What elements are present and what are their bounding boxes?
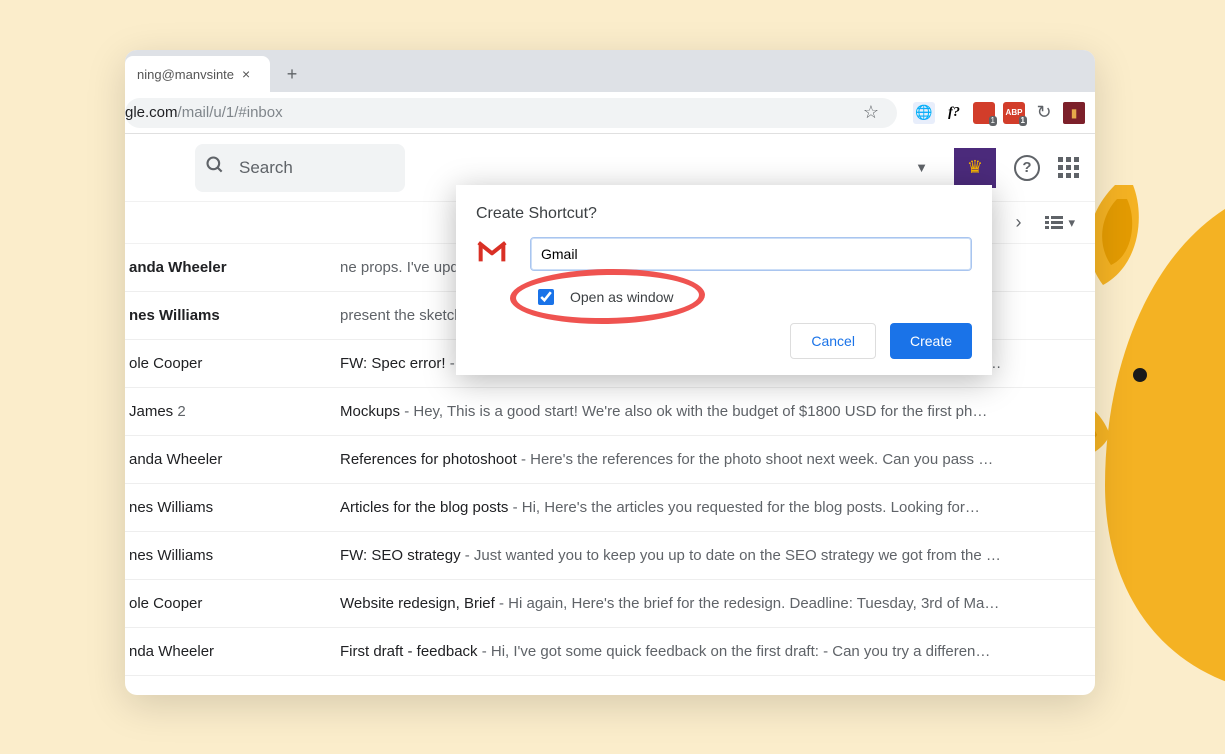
mail-row[interactable]: nes WilliamsFW: SEO strategy - Just want… (125, 532, 1095, 580)
extension-icons: 🌐 f? 1 ABP 1 ↻ ▮ (903, 102, 1095, 124)
mail-snippet: - Hi, Here's the articles you requested … (508, 499, 979, 516)
mail-subject: FW: SEO strategy (340, 547, 461, 564)
tab-close-icon[interactable]: × (242, 66, 250, 82)
mail-sender: ole Cooper (125, 595, 340, 612)
mail-sender: anda Wheeler (125, 259, 340, 276)
abp-ext-icon[interactable]: ABP 1 (1003, 102, 1025, 124)
create-button[interactable]: Create (890, 323, 972, 359)
mail-snippet: - Hey, This is a good start! We're also … (400, 403, 987, 420)
mail-subject-snippet: First draft - feedback - Hi, I've got so… (340, 643, 1095, 660)
cancel-button[interactable]: Cancel (790, 323, 876, 359)
jar-ext-icon[interactable]: ▮ (1063, 102, 1085, 124)
url-host: gle.com (125, 104, 178, 121)
bookmark-star-icon[interactable]: ☆ (857, 102, 885, 123)
mail-subject: FW: Spec error! (340, 355, 446, 372)
thread-count: 2 (173, 403, 186, 420)
url-path: /mail/u/1/#inbox (178, 104, 283, 121)
mail-subject-snippet: Articles for the blog posts - Hi, Here's… (340, 499, 1095, 516)
mail-sender: nes Williams (125, 547, 340, 564)
mail-subject: Mockups (340, 403, 400, 420)
search-icon (205, 155, 225, 180)
tab-title: ning@manvsinte (137, 67, 234, 82)
open-as-window-checkbox[interactable] (538, 289, 554, 305)
mail-subject: First draft - feedback (340, 643, 478, 660)
mail-sender: James 2 (125, 403, 340, 420)
crown-icon[interactable]: ♛ (954, 148, 996, 188)
mail-subject: References for photoshoot (340, 451, 517, 468)
mail-row[interactable]: nda WheelerFirst draft - feedback - Hi, … (125, 628, 1095, 676)
mail-sender: nda Wheeler (125, 643, 340, 660)
create-shortcut-dialog: Create Shortcut? Open as window Cancel C… (456, 185, 992, 375)
refresh-ext-icon[interactable]: ↻ (1033, 102, 1055, 124)
mail-subject: Website redesign, Brief (340, 595, 495, 612)
red-ext-icon[interactable]: 1 (973, 102, 995, 124)
shortcut-name-input[interactable] (530, 237, 972, 271)
help-icon[interactable]: ? (1014, 155, 1040, 181)
mail-subject: Articles for the blog posts (340, 499, 508, 516)
new-tab-button[interactable]: + (278, 60, 306, 88)
mail-row[interactable]: anda WheelerReferences for photoshoot - … (125, 436, 1095, 484)
caret-down-icon: ▾ (1068, 215, 1075, 231)
mail-snippet: - Hi again, Here's the brief for the red… (495, 595, 1000, 612)
mail-sender: nes Williams (125, 307, 340, 324)
mail-snippet: - Here's the references for the photo sh… (517, 451, 993, 468)
mail-row[interactable]: James 2Mockups - Hey, This is a good sta… (125, 388, 1095, 436)
next-page-button[interactable]: › (1015, 212, 1021, 233)
ext-badge: 1 (1019, 116, 1027, 126)
browser-window: ning@manvsinte × + gle.com/mail/u/1/#inb… (125, 50, 1095, 695)
mail-subject-snippet: Mockups - Hey, This is a good start! We'… (340, 403, 1095, 420)
addressbar-row: gle.com/mail/u/1/#inbox ☆ 🌐 f? 1 ABP 1 ↻… (125, 92, 1095, 134)
mail-sender: nes Williams (125, 499, 340, 516)
mail-sender: ole Cooper (125, 355, 340, 372)
gmail-logo-icon (476, 240, 508, 269)
search-options-caret-icon[interactable]: ▼ (907, 152, 936, 183)
open-as-window-label: Open as window (570, 289, 674, 305)
tabstrip: ning@manvsinte × + (125, 50, 1095, 92)
search-placeholder: Search (239, 158, 293, 178)
density-toggle[interactable]: ▾ (1045, 215, 1075, 231)
mail-row[interactable]: nes WilliamsArticles for the blog posts … (125, 484, 1095, 532)
mail-row[interactable]: ole CooperWebsite redesign, Brief - Hi a… (125, 580, 1095, 628)
apps-grid-icon[interactable] (1058, 157, 1079, 178)
ext-badge: 1 (989, 116, 997, 126)
mail-subject-snippet: References for photoshoot - Here's the r… (340, 451, 1095, 468)
font-ext-icon[interactable]: f? (943, 102, 965, 124)
browser-tab[interactable]: ning@manvsinte × (125, 56, 270, 92)
mail-snippet: - Just wanted you to keep you up to date… (461, 547, 1001, 564)
mail-sender: anda Wheeler (125, 451, 340, 468)
search-box[interactable]: Search (195, 144, 405, 192)
translate-ext-icon[interactable]: 🌐 (913, 102, 935, 124)
density-icon (1045, 215, 1063, 231)
addressbar[interactable]: gle.com/mail/u/1/#inbox ☆ (125, 98, 897, 128)
mail-snippet: - Hi, I've got some quick feedback on th… (478, 643, 991, 660)
dialog-title: Create Shortcut? (476, 205, 972, 223)
mail-subject-snippet: Website redesign, Brief - Hi again, Here… (340, 595, 1095, 612)
mail-subject-snippet: FW: SEO strategy - Just wanted you to ke… (340, 547, 1095, 564)
